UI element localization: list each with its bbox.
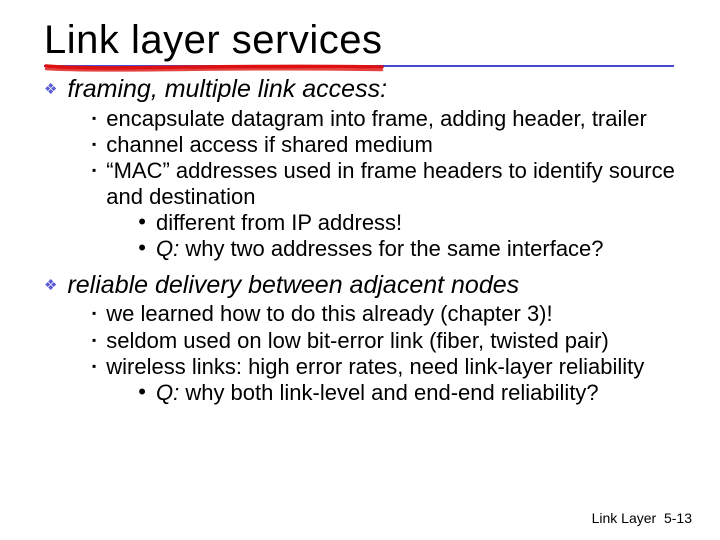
slide-footer: Link Layer 5-13 (592, 510, 692, 526)
list-item: ▪ channel access if shared medium (92, 132, 690, 157)
square-bullet-icon: ▪ (92, 164, 96, 178)
dot-bullet-icon: • (138, 210, 146, 234)
subitem-text: different from IP address! (156, 210, 402, 235)
footer-page: 5-13 (664, 510, 692, 526)
q-label: Q: (156, 380, 179, 405)
title-underline (44, 65, 674, 67)
item-text: we learned how to do this already (chapt… (106, 301, 552, 326)
subitem-text: Q: why both link-level and end-end relia… (156, 380, 599, 405)
q-text: why two addresses for the same interface… (179, 236, 603, 261)
q-text: why both link-level and end-end reliabil… (179, 380, 598, 405)
list-item: • Q: why two addresses for the same inte… (138, 236, 690, 261)
item-text: seldom used on low bit-error link (fiber… (106, 328, 609, 353)
square-bullet-icon: ▪ (92, 138, 96, 152)
slide-title: Link layer services (44, 18, 690, 63)
list-item: • Q: why both link-level and end-end rel… (138, 380, 690, 405)
dot-bullet-icon: • (138, 236, 146, 260)
list-item: ▪ “MAC” addresses used in frame headers … (92, 158, 690, 262)
q-label: Q: (156, 236, 179, 261)
list-item: ▪ wireless links: high error rates, need… (92, 354, 690, 407)
square-bullet-icon: ▪ (92, 112, 96, 126)
subitem-text: Q: why two addresses for the same interf… (156, 236, 604, 261)
list-item: ▪ we learned how to do this already (cha… (92, 301, 690, 326)
item-text: wireless links: high error rates, need l… (106, 354, 644, 379)
diamond-bullet-icon: ❖ (44, 81, 57, 98)
footer-label: Link Layer (592, 510, 657, 526)
section-framing: ❖ framing, multiple link access: ▪ encap… (44, 75, 690, 263)
slide-body: ❖ framing, multiple link access: ▪ encap… (44, 75, 690, 406)
section-heading: reliable delivery between adjacent nodes (67, 271, 519, 300)
square-bullet-icon: ▪ (92, 360, 96, 374)
list-item: ▪ seldom used on low bit-error link (fib… (92, 328, 690, 353)
section-reliable-delivery: ❖ reliable delivery between adjacent nod… (44, 271, 690, 407)
item-text: encapsulate datagram into frame, adding … (106, 106, 647, 131)
square-bullet-icon: ▪ (92, 307, 96, 321)
diamond-bullet-icon: ❖ (44, 277, 57, 294)
section-heading: framing, multiple link access: (67, 75, 387, 104)
slide: Link layer services ❖ framing, multiple … (0, 0, 720, 540)
item-text: channel access if shared medium (106, 132, 433, 157)
red-underline-mark (44, 62, 384, 72)
list-item: ▪ encapsulate datagram into frame, addin… (92, 106, 690, 131)
dot-bullet-icon: • (138, 380, 146, 404)
item-text: “MAC” addresses used in frame headers to… (106, 158, 675, 208)
square-bullet-icon: ▪ (92, 334, 96, 348)
list-item: • different from IP address! (138, 210, 690, 235)
